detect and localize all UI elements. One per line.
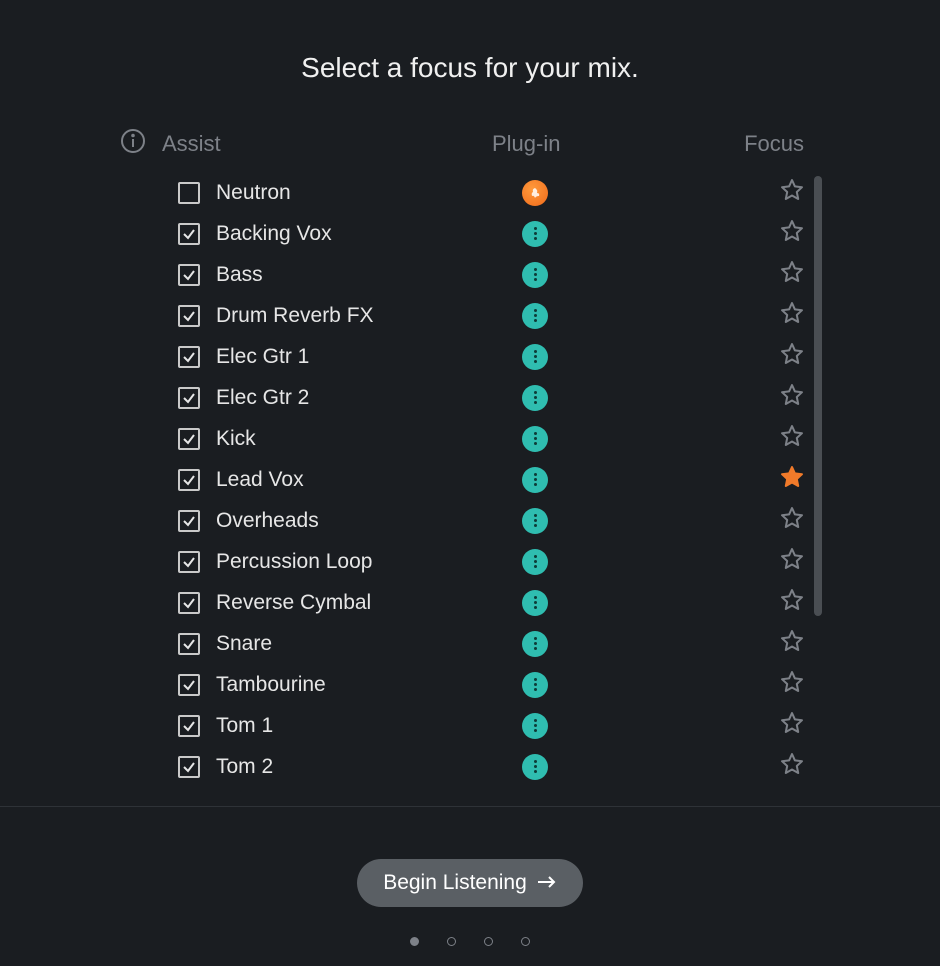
track-name: Reverse Cymbal	[216, 591, 371, 615]
track-name: Tom 1	[216, 714, 273, 738]
table-row: Backing Vox	[120, 213, 810, 254]
assist-checkbox[interactable]	[178, 387, 200, 409]
table-row: Overheads	[120, 500, 810, 541]
focus-star[interactable]	[780, 219, 804, 248]
page-dot[interactable]	[410, 937, 419, 946]
scrollbar-thumb[interactable]	[814, 176, 822, 616]
col-header-focus: Focus	[712, 131, 810, 157]
assist-checkbox[interactable]	[178, 592, 200, 614]
table-row: Elec Gtr 1	[120, 336, 810, 377]
col-header-plugin: Plug-in	[492, 131, 712, 157]
assist-checkbox[interactable]	[178, 510, 200, 532]
track-name: Elec Gtr 1	[216, 345, 309, 369]
page-indicator	[410, 937, 530, 946]
begin-listening-label: Begin Listening	[383, 871, 527, 895]
track-name: Percussion Loop	[216, 550, 372, 574]
focus-star[interactable]	[780, 465, 804, 494]
plugin-icon[interactable]	[522, 221, 548, 247]
track-name: Kick	[216, 427, 256, 451]
focus-star[interactable]	[780, 342, 804, 371]
track-name: Neutron	[216, 181, 291, 205]
scrollbar[interactable]	[814, 176, 822, 616]
assist-checkbox[interactable]	[178, 182, 200, 204]
focus-star[interactable]	[780, 547, 804, 576]
assist-checkbox[interactable]	[178, 633, 200, 655]
focus-star[interactable]	[780, 178, 804, 207]
track-name: Drum Reverb FX	[216, 304, 374, 328]
page-dot[interactable]	[484, 937, 493, 946]
focus-star[interactable]	[780, 506, 804, 535]
plugin-icon[interactable]	[522, 549, 548, 575]
plugin-icon[interactable]	[522, 180, 548, 206]
focus-star[interactable]	[780, 629, 804, 658]
table-row: Elec Gtr 2	[120, 377, 810, 418]
plugin-icon[interactable]	[522, 754, 548, 780]
table-row: Tom 1	[120, 705, 810, 746]
assist-checkbox[interactable]	[178, 715, 200, 737]
plugin-icon[interactable]	[522, 713, 548, 739]
track-name: Bass	[216, 263, 263, 287]
table-row: Bass	[120, 254, 810, 295]
table-row: Snare	[120, 623, 810, 664]
assist-checkbox[interactable]	[178, 551, 200, 573]
table-row: Percussion Loop	[120, 541, 810, 582]
plugin-icon[interactable]	[522, 344, 548, 370]
focus-star[interactable]	[780, 670, 804, 699]
assist-checkbox[interactable]	[178, 305, 200, 327]
plugin-icon[interactable]	[522, 467, 548, 493]
column-headers: Assist Plug-in Focus	[120, 128, 810, 160]
track-name: Snare	[216, 632, 272, 656]
begin-listening-button[interactable]: Begin Listening	[357, 859, 583, 907]
assist-checkbox[interactable]	[178, 674, 200, 696]
focus-star[interactable]	[780, 301, 804, 330]
plugin-icon[interactable]	[522, 672, 548, 698]
focus-star[interactable]	[780, 711, 804, 740]
plugin-icon[interactable]	[522, 631, 548, 657]
table-row: Drum Reverb FX	[120, 295, 810, 336]
table-row: Tambourine	[120, 664, 810, 705]
table-row: Tom 2	[120, 746, 810, 787]
focus-star[interactable]	[780, 588, 804, 617]
focus-star[interactable]	[780, 424, 804, 453]
col-header-assist: Assist	[162, 131, 492, 157]
page-dot[interactable]	[521, 937, 530, 946]
plugin-icon[interactable]	[522, 426, 548, 452]
focus-star[interactable]	[780, 260, 804, 289]
plugin-icon[interactable]	[522, 508, 548, 534]
track-table: Assist Plug-in Focus Neutron Backing Vox B…	[0, 128, 940, 796]
plugin-icon[interactable]	[522, 262, 548, 288]
focus-star[interactable]	[780, 752, 804, 781]
track-name: Elec Gtr 2	[216, 386, 309, 410]
arrow-right-icon	[537, 871, 557, 895]
assist-checkbox[interactable]	[178, 346, 200, 368]
info-icon[interactable]	[120, 128, 146, 160]
page-dot[interactable]	[447, 937, 456, 946]
track-name: Tambourine	[216, 673, 326, 697]
assist-checkbox[interactable]	[178, 223, 200, 245]
table-row: Reverse Cymbal	[120, 582, 810, 623]
track-list: Neutron Backing Vox Bass Drum Reverb FX Elec…	[120, 172, 810, 787]
focus-star[interactable]	[780, 383, 804, 412]
track-name: Backing Vox	[216, 222, 332, 246]
plugin-icon[interactable]	[522, 590, 548, 616]
assist-checkbox[interactable]	[178, 264, 200, 286]
table-row: Neutron	[120, 172, 810, 213]
table-row: Lead Vox	[120, 459, 810, 500]
track-name: Tom 2	[216, 755, 273, 779]
table-row: Kick	[120, 418, 810, 459]
plugin-icon[interactable]	[522, 303, 548, 329]
plugin-icon[interactable]	[522, 385, 548, 411]
assist-checkbox[interactable]	[178, 756, 200, 778]
assist-checkbox[interactable]	[178, 469, 200, 491]
page-title: Select a focus for your mix.	[0, 52, 940, 84]
track-name: Overheads	[216, 509, 319, 533]
track-name: Lead Vox	[216, 468, 304, 492]
assist-checkbox[interactable]	[178, 428, 200, 450]
